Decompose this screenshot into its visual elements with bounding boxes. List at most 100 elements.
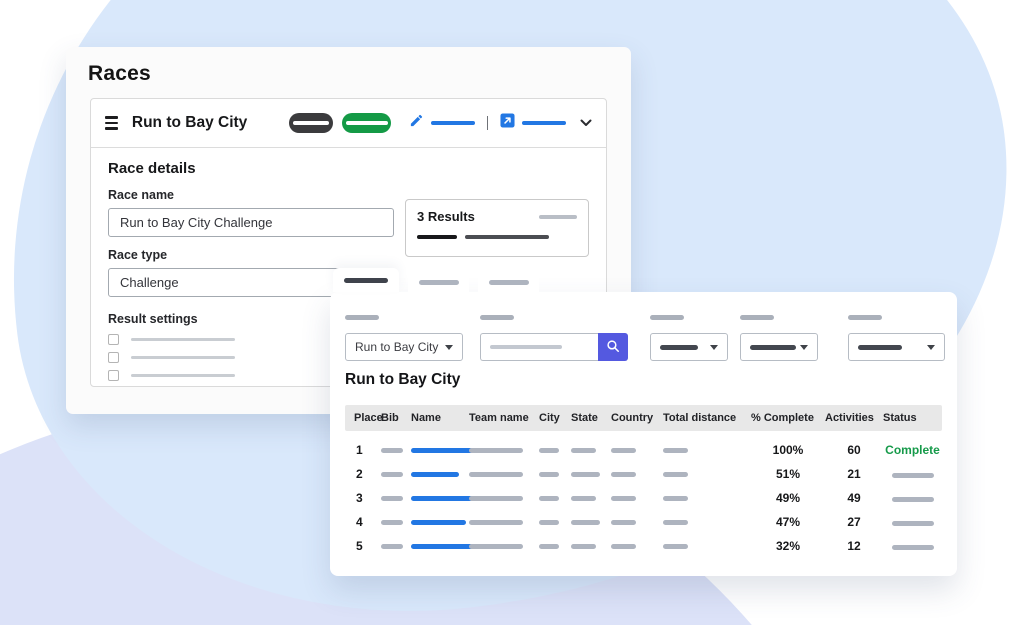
page-title: Races: [88, 62, 151, 86]
filter-select[interactable]: [650, 333, 728, 361]
status-badge: Complete: [885, 443, 940, 457]
dark-pill-button[interactable]: [289, 113, 333, 133]
filter-select[interactable]: [848, 333, 945, 361]
tab-active[interactable]: [333, 268, 399, 292]
checkbox[interactable]: [108, 352, 119, 363]
checkbox[interactable]: [108, 370, 119, 381]
city-placeholder-bar: [539, 544, 559, 549]
chevron-down-icon[interactable]: [580, 119, 592, 127]
caret-down-icon: [927, 345, 935, 350]
place-value: 5: [345, 539, 381, 553]
percent-complete-value: 49%: [751, 491, 825, 505]
column-header: Country: [611, 412, 663, 424]
table-row: 3 49% 49: [345, 486, 942, 510]
state-placeholder-bar: [571, 448, 596, 453]
caret-down-icon: [445, 345, 453, 350]
race-details-heading: Race details: [108, 160, 589, 177]
pencil-icon: [409, 113, 424, 133]
column-header: State: [571, 412, 611, 424]
percent-complete-value: 47%: [751, 515, 825, 529]
search-filter-group: [480, 315, 628, 361]
place-value: 4: [345, 515, 381, 529]
results-card: Run to Bay City: [330, 292, 957, 576]
distance-placeholder-bar: [663, 520, 688, 525]
filter-group: [650, 315, 728, 361]
column-header: Bib: [381, 412, 411, 424]
table-row: 2 51% 21: [345, 462, 942, 486]
state-placeholder-bar: [571, 472, 600, 477]
column-header: Status: [883, 412, 942, 424]
results-count-label: 3 Results: [417, 209, 475, 224]
select-placeholder-bar: [660, 345, 698, 350]
place-value: 3: [345, 491, 381, 505]
team-placeholder-bar: [469, 544, 523, 549]
team-placeholder-bar: [469, 520, 523, 525]
search-button[interactable]: [598, 333, 628, 361]
filter-label-bar: [480, 315, 514, 320]
percent-complete-value: 51%: [751, 467, 825, 481]
country-placeholder-bar: [611, 544, 636, 549]
column-header: Team name: [469, 412, 539, 424]
bib-placeholder-bar: [381, 448, 403, 453]
activities-value: 49: [825, 491, 883, 505]
results-summary-box: 3 Results: [405, 199, 589, 257]
status-placeholder-bar: [892, 473, 934, 478]
link-placeholder-bar: [431, 121, 475, 125]
bib-placeholder-bar: [381, 496, 403, 501]
export-link[interactable]: [500, 113, 566, 133]
tab-secondary[interactable]: [478, 273, 539, 292]
search-input[interactable]: [480, 333, 598, 361]
placeholder-bar: [465, 235, 549, 239]
filter-label-bar: [848, 315, 882, 320]
name-link-bar[interactable]: [411, 520, 466, 525]
setting-placeholder-bar: [131, 338, 235, 341]
race-name-input[interactable]: [108, 208, 394, 237]
tab-placeholder-bar: [344, 278, 388, 283]
race-panel-title: Run to Bay City: [132, 114, 247, 132]
status-placeholder-bar: [892, 521, 934, 526]
filter-label-bar: [650, 315, 684, 320]
select-placeholder-bar: [858, 345, 902, 350]
activities-value: 60: [825, 443, 883, 457]
search-placeholder-bar: [490, 345, 562, 349]
setting-placeholder-bar: [131, 374, 235, 377]
race-filter-group: Run to Bay City: [345, 315, 463, 361]
filter-group: [848, 315, 945, 361]
place-value: 1: [345, 443, 381, 457]
country-placeholder-bar: [611, 496, 636, 501]
name-link-bar[interactable]: [411, 496, 473, 501]
filter-label-bar: [345, 315, 379, 320]
results-table: Place Bib Name Team name City State Coun…: [345, 405, 942, 558]
filter-select[interactable]: [740, 333, 818, 361]
edit-link[interactable]: [409, 113, 475, 133]
name-link-bar[interactable]: [411, 472, 459, 477]
filter-group: [740, 315, 818, 361]
status-placeholder-bar: [892, 497, 934, 502]
tab-secondary[interactable]: [408, 273, 469, 292]
state-placeholder-bar: [571, 544, 596, 549]
green-pill-button[interactable]: [342, 113, 391, 133]
country-placeholder-bar: [611, 448, 636, 453]
distance-placeholder-bar: [663, 544, 688, 549]
city-placeholder-bar: [539, 448, 559, 453]
percent-complete-value: 100%: [751, 443, 825, 457]
column-header: Activities: [825, 412, 883, 424]
export-arrow-icon: [500, 113, 515, 133]
bib-placeholder-bar: [381, 544, 403, 549]
activities-value: 12: [825, 539, 883, 553]
checkbox[interactable]: [108, 334, 119, 345]
team-placeholder-bar: [469, 496, 523, 501]
percent-complete-value: 32%: [751, 539, 825, 553]
activities-value: 27: [825, 515, 883, 529]
race-select-value: Run to Bay City: [355, 340, 438, 354]
hamburger-icon[interactable]: [105, 116, 118, 130]
table-row: 5 32% 12: [345, 534, 942, 558]
place-value: 2: [345, 467, 381, 481]
column-header: Place: [345, 412, 381, 424]
race-select[interactable]: Run to Bay City: [345, 333, 463, 361]
placeholder-bar: [539, 215, 577, 219]
setting-placeholder-bar: [131, 356, 235, 359]
state-placeholder-bar: [571, 520, 600, 525]
tab-placeholder-bar: [489, 280, 529, 285]
city-placeholder-bar: [539, 496, 559, 501]
